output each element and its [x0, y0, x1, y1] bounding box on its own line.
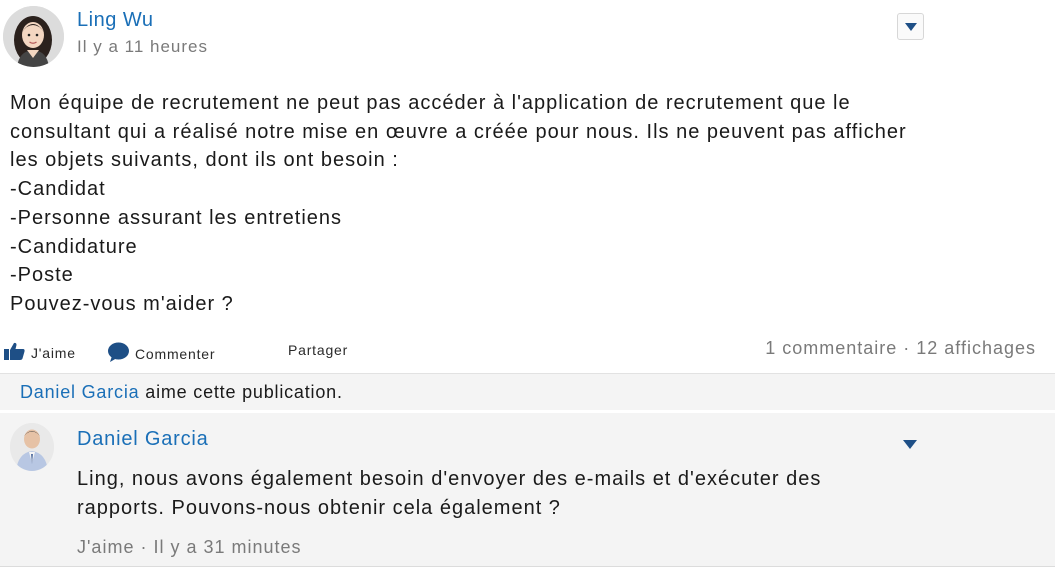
comment-menu-button[interactable] — [903, 436, 917, 454]
post-body: Mon équipe de recrutement ne peut pas ac… — [10, 89, 1040, 319]
post-stats[interactable]: 1 commentaire · 12 affichages — [765, 338, 1036, 359]
post-body-line: -Candidat — [10, 178, 106, 201]
share-button[interactable]: Partager — [288, 342, 348, 358]
speech-bubble-icon — [108, 342, 129, 365]
commenter-name[interactable]: Daniel Garcia — [77, 428, 209, 451]
post-body-line: -Candidature — [10, 235, 138, 258]
comment-body-line: Ling, nous avons également besoin d'envo… — [77, 468, 822, 490]
commenter-avatar[interactable] — [10, 423, 54, 471]
woman-portrait-icon — [3, 6, 64, 67]
feed-post: Ling Wu Il y a 11 heures Mon équipe de r… — [0, 0, 1055, 569]
liker-name-link[interactable]: Daniel Garcia — [20, 382, 139, 402]
thumbs-up-icon — [4, 342, 25, 363]
post-menu-button[interactable] — [897, 13, 924, 40]
comment-like-link[interactable]: J'aime — [77, 537, 134, 557]
post-body-line: -Personne assurant les entretiens — [10, 206, 343, 229]
comment-item: Daniel Garcia Ling, nous avons également… — [0, 413, 1055, 567]
likes-suffix: aime cette publication. — [139, 382, 343, 402]
likes-text: Daniel Garcia aime cette publication. — [20, 382, 343, 403]
chevron-down-icon — [903, 440, 917, 449]
footer-separator: · — [134, 537, 154, 557]
comment-footer: J'aime · Il y a 31 minutes — [77, 537, 302, 558]
like-button[interactable]: J'aime — [4, 342, 76, 363]
author-name[interactable]: Ling Wu — [77, 9, 154, 32]
comment-label: Commenter — [135, 345, 216, 362]
comment-button[interactable]: Commenter — [108, 342, 215, 365]
share-label: Partager — [288, 342, 349, 358]
comment-timestamp[interactable]: Il y a 31 minutes — [153, 537, 301, 557]
post-body-line: Pouvez-vous m'aider ? — [10, 292, 234, 315]
like-label: J'aime — [31, 344, 76, 361]
post-timestamp[interactable]: Il y a 11 heures — [77, 37, 208, 57]
man-portrait-icon — [10, 423, 54, 471]
post-actions: J'aime Commenter Partager 1 commentaire … — [0, 338, 1055, 368]
comment-body-line: rapports. Pouvons-nous obtenir cela égal… — [77, 497, 561, 519]
comment-body: Ling, nous avons également besoin d'envo… — [77, 465, 1027, 523]
post-body-line: Mon équipe de recrutement ne peut pas ac… — [10, 92, 851, 114]
post-body-line: consultant qui a réalisé notre mise en œ… — [10, 120, 907, 143]
author-avatar[interactable] — [3, 6, 64, 67]
chevron-down-icon — [905, 23, 917, 31]
post-body-line: -Poste — [10, 264, 74, 287]
likes-summary: Daniel Garcia aime cette publication. — [0, 373, 1055, 410]
post-body-line: les objets suivants, dont ils ont besoin… — [10, 149, 399, 172]
